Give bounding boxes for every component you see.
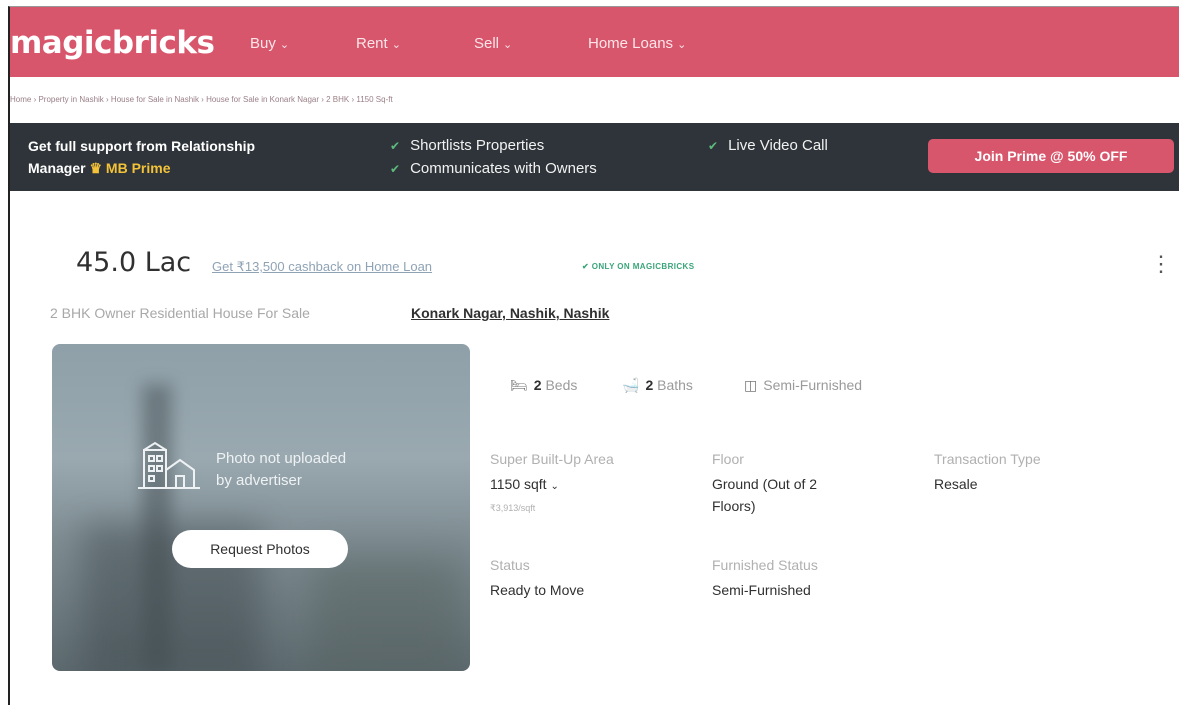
area-value-text: 1150 sqft: [490, 476, 547, 492]
furnishing-label: Semi-Furnished: [763, 377, 863, 393]
prime-feature-communicates: ✔ Communicates with Owners: [390, 160, 597, 177]
chevron-down-icon: ⌄: [279, 39, 290, 51]
mb-prime-label: MB Prime: [105, 160, 171, 176]
baths-label: Baths: [657, 377, 693, 393]
transaction-type-label: Transaction Type: [934, 451, 1041, 467]
prime-feature-video-call: ✔ Live Video Call: [708, 137, 828, 154]
prime-feature-shortlists: ✔ Shortlists Properties: [390, 137, 544, 154]
floor-value: Ground (Out of 2 Floors): [712, 473, 817, 517]
nav-rent[interactable]: Rent ⌄: [356, 35, 401, 52]
price-per-sqft: ₹3,913/sqft: [490, 503, 536, 513]
prime-feature-label: Live Video Call: [728, 137, 828, 154]
beds-info: 🛏 2 Beds: [510, 377, 577, 394]
prime-feature-label: Communicates with Owners: [410, 160, 597, 177]
building-icon: [138, 441, 200, 489]
status-value: Ready to Move: [490, 582, 585, 598]
status-label: Status: [490, 557, 530, 573]
photo-msg-line1: Photo not uploaded: [216, 450, 347, 467]
chevron-down-icon: ⌄: [677, 39, 687, 51]
area-label: Super Built-Up Area: [490, 451, 614, 467]
floor-label: Floor: [712, 451, 744, 467]
cashback-link[interactable]: Get ₹13,500 cashback on Home Loan: [212, 259, 432, 275]
badge-label: ONLY ON MAGICBRICKS: [591, 262, 695, 271]
photo-not-uploaded-text: Photo not uploaded by advertiser: [216, 448, 416, 492]
nav-buy-label: Buy: [250, 35, 276, 52]
floor-value-line2: Floors): [712, 498, 756, 514]
furnishing-info: ◫ Semi-Furnished: [744, 377, 862, 394]
price: 45.0 Lac: [76, 247, 192, 278]
only-on-magicbricks-badge: ✔ ONLY ON MAGICBRICKS: [582, 262, 694, 271]
chevron-down-icon: ⌄: [391, 39, 401, 51]
area-dropdown-icon: ⌄: [550, 481, 559, 492]
check-icon: ✔: [708, 139, 719, 153]
listing-subtitle: 2 BHK Owner Residential House For Sale: [50, 305, 310, 321]
breadcrumb[interactable]: Home › Property in Nashik › House for Sa…: [10, 95, 393, 104]
furnished-status-label: Furnished Status: [712, 557, 818, 573]
photo-msg-line2: by advertiser: [216, 472, 302, 489]
check-icon: ✔: [390, 139, 401, 153]
beds-count: 2: [533, 377, 542, 393]
prime-title: Get full support from Relationship Manag…: [28, 135, 358, 179]
window-icon: ◫: [744, 377, 758, 393]
nav-home-loans-label: Home Loans: [588, 35, 674, 52]
prime-banner: Get full support from Relationship Manag…: [10, 123, 1179, 191]
transaction-type-value: Resale: [934, 476, 978, 492]
join-prime-button[interactable]: Join Prime @ 50% OFF: [928, 139, 1174, 173]
area-value[interactable]: 1150 sqft ⌄: [490, 473, 559, 498]
location-link[interactable]: Konark Nagar, Nashik, Nashik: [411, 305, 609, 321]
magicbricks-logo[interactable]: magicbricks: [10, 25, 215, 61]
more-options-icon[interactable]: ⋮: [1150, 251, 1172, 277]
nav-sell[interactable]: Sell ⌄: [474, 35, 512, 52]
baths-info: 🛁 2 Baths: [622, 377, 693, 394]
page-frame: magicbricks Buy ⌄ Rent ⌄ Sell ⌄ Home Loans ⌄…: [8, 6, 1179, 705]
chevron-down-icon: ⌄: [503, 39, 513, 51]
baths-count: 2: [645, 377, 654, 393]
prime-title-line2: Manager: [28, 160, 86, 176]
furnished-status-value: Semi-Furnished: [712, 582, 811, 598]
check-icon: ✔: [390, 162, 401, 176]
nav-buy[interactable]: Buy ⌄: [250, 35, 289, 52]
nav-rent-label: Rent: [356, 35, 388, 52]
site-header: magicbricks Buy ⌄ Rent ⌄ Sell ⌄ Home Loans ⌄: [10, 7, 1179, 77]
nav-sell-label: Sell: [474, 35, 500, 52]
floor-value-line1: Ground (Out of 2: [712, 476, 818, 492]
bath-icon: 🛁: [622, 377, 640, 393]
prime-title-line1: Get full support from Relationship: [28, 138, 256, 154]
crown-icon: ♛: [89, 160, 103, 176]
photo-blur-shape: [312, 554, 462, 671]
photo-placeholder: Photo not uploaded by advertiser Request…: [52, 344, 470, 671]
nav-home-loans[interactable]: Home Loans ⌄: [588, 35, 686, 52]
check-icon: ✔: [582, 262, 592, 271]
beds-label: Beds: [545, 377, 578, 393]
prime-feature-label: Shortlists Properties: [410, 137, 545, 154]
request-photos-button[interactable]: Request Photos: [172, 530, 348, 568]
bed-icon: 🛏: [510, 377, 528, 393]
